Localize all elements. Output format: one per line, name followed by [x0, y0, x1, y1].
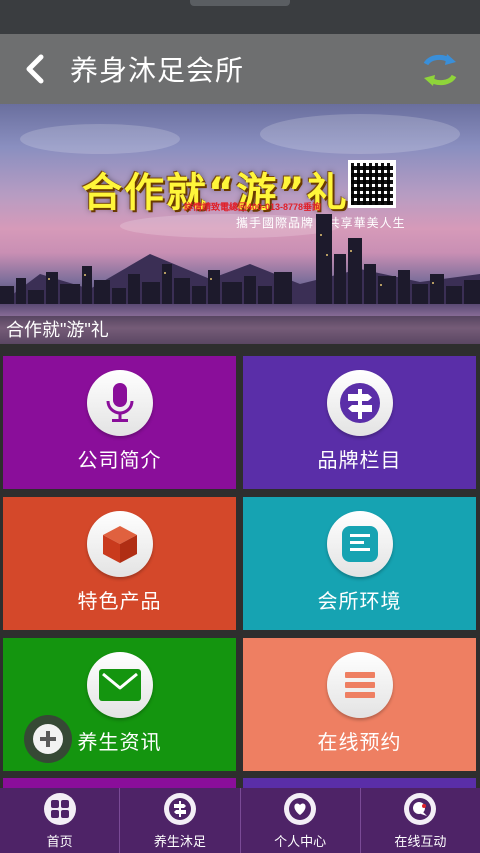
banner-caption: 合作就"游"礼: [0, 316, 480, 344]
signpost-icon: [168, 798, 191, 820]
grid-icon: [50, 800, 69, 818]
tile-label: 在线预约: [317, 732, 402, 754]
chevron-left-icon: [26, 54, 44, 84]
promo-banner[interactable]: 合作就“游”礼 詳情請致電總回400-013-8778垂詢 攜手國際品牌 · 共…: [0, 104, 480, 344]
refresh-icon: [423, 54, 457, 86]
status-notch: [190, 0, 290, 6]
plus-icon: [40, 731, 56, 747]
back-button[interactable]: [0, 34, 70, 104]
page-title: 养身沐足会所: [70, 55, 245, 86]
bottom-tab-bar: 首页 养生沐足 个人中心 在线互动: [0, 788, 480, 853]
tab-label: 在线互动: [394, 834, 447, 849]
tile-company-intro[interactable]: 公司简介: [3, 356, 236, 489]
floating-add-button[interactable]: [24, 715, 72, 763]
chat-icon: [409, 798, 432, 820]
document-icon: [341, 526, 378, 562]
envelope-icon: [98, 669, 141, 701]
status-bar: [0, 0, 480, 34]
tab-online-interaction[interactable]: 在线互动: [361, 788, 480, 853]
cube-icon: [102, 526, 137, 563]
tab-label: 个人中心: [274, 834, 327, 849]
tile-label: 会所环境: [317, 591, 402, 613]
tab-label: 首页: [46, 834, 73, 849]
tile-featured-products[interactable]: 特色产品: [3, 497, 236, 630]
tile-label: 品牌栏目: [317, 450, 402, 472]
menu-grid: 公司简介 品牌栏目 特色产品 会所环境 养生资讯 在线预约: [0, 344, 480, 788]
next-row-peek: [243, 778, 476, 788]
title-bar: 养身沐足会所: [0, 34, 480, 104]
tile-label: 公司简介: [77, 450, 162, 472]
tile-label: 特色产品: [77, 591, 162, 613]
tile-online-booking[interactable]: 在线预约: [243, 638, 476, 771]
tab-home[interactable]: 首页: [0, 788, 121, 853]
tile-label: 养生资讯: [77, 732, 162, 754]
tile-club-environment[interactable]: 会所环境: [243, 497, 476, 630]
tab-health-foot-bath[interactable]: 养生沐足: [120, 788, 241, 853]
heart-icon: [289, 798, 312, 820]
next-row-peek: [3, 778, 236, 788]
microphone-icon: [106, 383, 133, 422]
tile-brand-columns[interactable]: 品牌栏目: [243, 356, 476, 489]
refresh-button[interactable]: [420, 50, 460, 90]
signpost-icon: [339, 383, 380, 423]
tab-personal-center[interactable]: 个人中心: [241, 788, 361, 853]
list-icon: [344, 672, 375, 698]
tab-label: 养生沐足: [153, 834, 206, 849]
